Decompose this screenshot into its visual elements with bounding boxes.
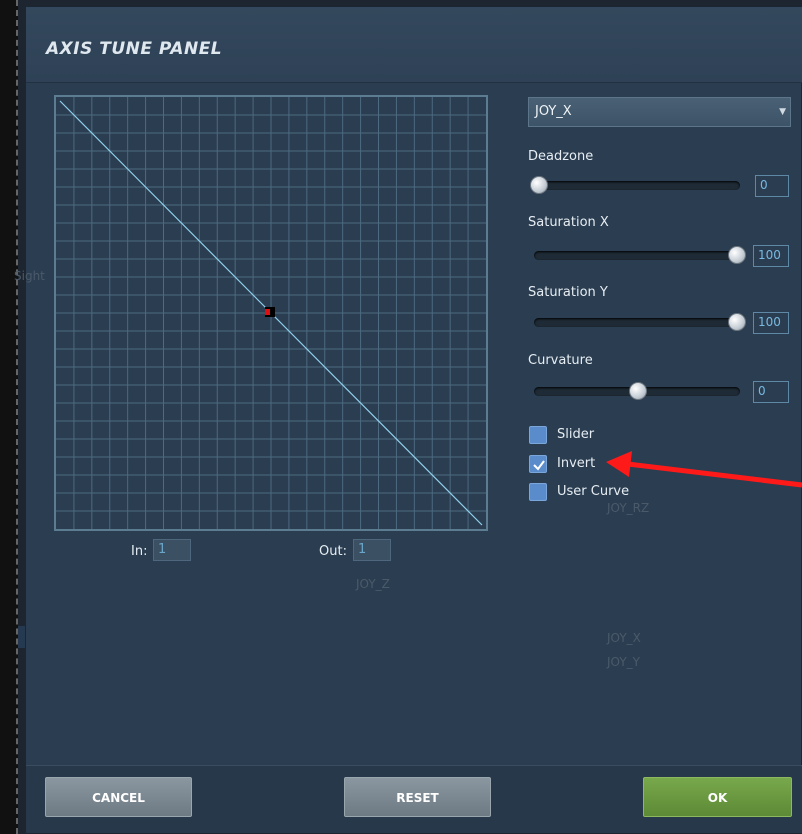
curve-grid-svg [56,97,486,529]
ghost-label-joy-y: JOY_Y [607,655,640,669]
in-value-field[interactable]: 1 [153,539,191,561]
out-value-field[interactable]: 1 [353,539,391,561]
title-bar: AXIS TUNE PANEL [26,7,802,83]
ghost-label-joy-z: JOY_Z [356,577,390,591]
current-position-marker-fill [265,309,270,315]
curvature-label: Curvature [528,353,593,368]
dialog-title: AXIS TUNE PANEL [46,39,223,59]
in-label: In: [131,544,148,559]
checkmark-icon [533,460,545,471]
saturation-x-value[interactable]: 100 [753,245,789,267]
deadzone-label: Deadzone [528,149,594,164]
saturation-x-label: Saturation X [528,215,609,230]
deadzone-slider-knob[interactable] [530,176,548,194]
saturation-x-slider-track[interactable] [534,251,740,260]
curvature-value[interactable]: 0 [753,381,789,403]
axis-select-dropdown[interactable]: JOY_X ▼ [528,97,791,127]
invert-checkbox[interactable] [529,455,547,473]
chevron-down-icon: ▼ [779,107,786,117]
ghost-label-sight: Sight [14,269,45,283]
deadzone-value[interactable]: 0 [755,175,789,197]
saturation-x-slider-knob[interactable] [728,246,746,264]
cancel-button[interactable]: CANCEL [45,777,192,817]
user-curve-checkbox[interactable] [529,483,547,501]
axis-tune-dialog: AXIS TUNE PANEL Sight JOY_RZ JOY_Z JOY_X… [14,6,802,833]
slider-checkbox[interactable] [529,426,547,444]
out-label: Out: [319,544,347,559]
user-curve-checkbox-label: User Curve [557,484,630,499]
saturation-y-label: Saturation Y [528,285,608,300]
ok-button[interactable]: OK [643,777,792,817]
response-curve-graph[interactable] [54,95,488,531]
left-window-edge [0,0,18,834]
saturation-y-slider-knob[interactable] [728,313,746,331]
invert-checkbox-label: Invert [557,456,596,471]
ghost-label-joy-rz: JOY_RZ [607,501,650,515]
saturation-y-value[interactable]: 100 [753,312,789,334]
deadzone-slider-track[interactable] [534,181,740,190]
slider-checkbox-label: Slider [557,427,595,442]
curvature-slider-knob[interactable] [629,382,647,400]
ghost-label-joy-x: JOY_X [607,631,641,645]
reset-button[interactable]: RESET [344,777,491,817]
saturation-y-slider-track[interactable] [534,318,740,327]
axis-select-value: JOY_X [535,104,572,119]
